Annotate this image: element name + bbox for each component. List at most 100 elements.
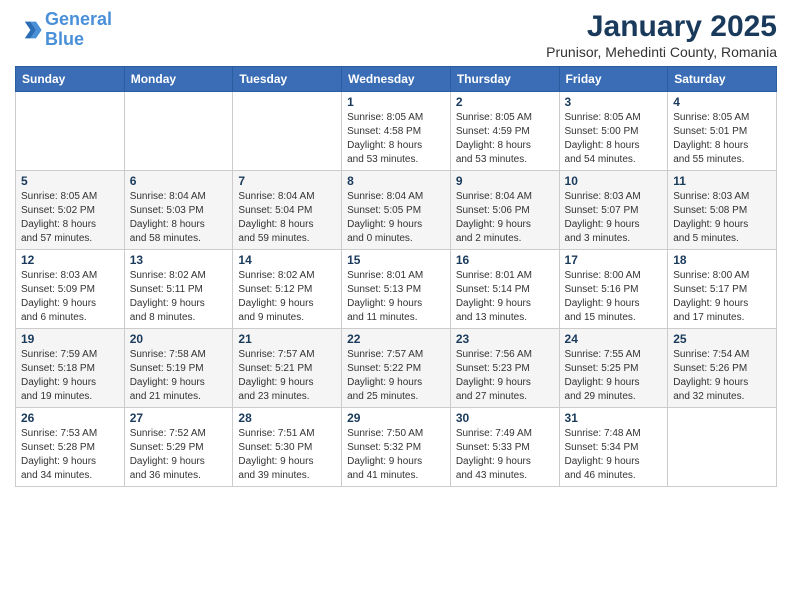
day-number: 25 [673, 332, 771, 346]
day-info: Sunrise: 7:56 AM Sunset: 5:23 PM Dayligh… [456, 348, 554, 404]
day-number: 17 [565, 253, 663, 267]
calendar-table: SundayMondayTuesdayWednesdayThursdayFrid… [15, 66, 777, 487]
day-cell: 17 Sunrise: 8:00 AM Sunset: 5:16 PM Dayli… [559, 250, 668, 329]
day-number: 30 [456, 411, 554, 425]
col-header-saturday: Saturday [668, 67, 777, 92]
day-info: Sunrise: 8:00 AM Sunset: 5:16 PM Dayligh… [565, 269, 663, 325]
day-number: 24 [565, 332, 663, 346]
day-cell: 27Sunrise: 7:52 AM Sunset: 5:29 PM Dayli… [124, 408, 233, 487]
day-info: Sunrise: 8:02 AM Sunset: 5:11 PM Dayligh… [130, 269, 228, 325]
day-info: Sunrise: 7:53 AM Sunset: 5:28 PM Dayligh… [21, 427, 119, 483]
day-cell: 11 Sunrise: 8:03 AM Sunset: 5:08 PM Dayli… [668, 171, 777, 250]
day-cell: 2 Sunrise: 8:05 AM Sunset: 4:59 PM Daylig… [450, 92, 559, 171]
day-info: Sunrise: 7:49 AM Sunset: 5:33 PM Dayligh… [456, 427, 554, 483]
day-cell: 22 Sunrise: 7:57 AM Sunset: 5:22 PM Dayli… [342, 329, 451, 408]
day-info: Sunrise: 7:54 AM Sunset: 5:26 PM Dayligh… [673, 348, 771, 404]
day-cell: 3Sunrise: 8:05 AM Sunset: 5:00 PM Daylig… [559, 92, 668, 171]
day-number: 10 [565, 174, 663, 188]
day-cell: 19 Sunrise: 7:59 AM Sunset: 5:18 PM Dayli… [16, 329, 125, 408]
day-info: Sunrise: 8:00 AM Sunset: 5:17 PM Dayligh… [673, 269, 771, 325]
day-cell: 28Sunrise: 7:51 AM Sunset: 5:30 PM Dayli… [233, 408, 342, 487]
day-cell: 15 Sunrise: 8:01 AM Sunset: 5:13 PM Dayli… [342, 250, 451, 329]
day-number: 9 [456, 174, 554, 188]
subtitle: Prunisor, Mehedinti County, Romania [546, 44, 777, 60]
day-cell: 23 Sunrise: 7:56 AM Sunset: 5:23 PM Dayli… [450, 329, 559, 408]
day-cell: 6Sunrise: 8:04 AM Sunset: 5:03 PM Daylig… [124, 171, 233, 250]
title-block: January 2025 Prunisor, Mehedinti County,… [546, 10, 777, 60]
day-info: Sunrise: 7:48 AM Sunset: 5:34 PM Dayligh… [565, 427, 663, 483]
day-info: Sunrise: 8:03 AM Sunset: 5:08 PM Dayligh… [673, 190, 771, 246]
day-number: 8 [347, 174, 445, 188]
day-info: Sunrise: 8:04 AM Sunset: 5:05 PM Dayligh… [347, 190, 445, 246]
col-header-friday: Friday [559, 67, 668, 92]
week-row-3: 12Sunrise: 8:03 AM Sunset: 5:09 PM Dayli… [16, 250, 777, 329]
logo-icon [15, 16, 43, 44]
day-info: Sunrise: 8:05 AM Sunset: 4:58 PM Dayligh… [347, 111, 445, 167]
day-cell: 12Sunrise: 8:03 AM Sunset: 5:09 PM Dayli… [16, 250, 125, 329]
main-title: January 2025 [546, 10, 777, 44]
day-number: 20 [130, 332, 228, 346]
day-info: Sunrise: 8:01 AM Sunset: 5:14 PM Dayligh… [456, 269, 554, 325]
day-number: 4 [673, 95, 771, 109]
day-number: 2 [456, 95, 554, 109]
logo: General Blue [15, 10, 112, 50]
day-info: Sunrise: 7:59 AM Sunset: 5:18 PM Dayligh… [21, 348, 119, 404]
day-number: 11 [673, 174, 771, 188]
day-info: Sunrise: 7:57 AM Sunset: 5:21 PM Dayligh… [238, 348, 336, 404]
logo-blue: Blue [45, 29, 84, 49]
header: General Blue January 2025 Prunisor, Mehe… [15, 10, 777, 60]
day-number: 7 [238, 174, 336, 188]
day-cell: 25 Sunrise: 7:54 AM Sunset: 5:26 PM Dayli… [668, 329, 777, 408]
day-cell: 26 Sunrise: 7:53 AM Sunset: 5:28 PM Dayli… [16, 408, 125, 487]
week-row-5: 26 Sunrise: 7:53 AM Sunset: 5:28 PM Dayli… [16, 408, 777, 487]
day-number: 23 [456, 332, 554, 346]
day-cell: 21 Sunrise: 7:57 AM Sunset: 5:21 PM Dayli… [233, 329, 342, 408]
day-cell [233, 92, 342, 171]
day-number: 29 [347, 411, 445, 425]
day-number: 13 [130, 253, 228, 267]
day-info: Sunrise: 7:50 AM Sunset: 5:32 PM Dayligh… [347, 427, 445, 483]
day-number: 16 [456, 253, 554, 267]
day-cell [16, 92, 125, 171]
day-number: 26 [21, 411, 119, 425]
calendar-header: SundayMondayTuesdayWednesdayThursdayFrid… [16, 67, 777, 92]
day-number: 14 [238, 253, 336, 267]
day-info: Sunrise: 8:01 AM Sunset: 5:13 PM Dayligh… [347, 269, 445, 325]
col-header-sunday: Sunday [16, 67, 125, 92]
day-cell: 24 Sunrise: 7:55 AM Sunset: 5:25 PM Dayli… [559, 329, 668, 408]
day-info: Sunrise: 8:05 AM Sunset: 5:01 PM Dayligh… [673, 111, 771, 167]
col-header-monday: Monday [124, 67, 233, 92]
logo-general: General [45, 9, 112, 29]
day-number: 19 [21, 332, 119, 346]
day-cell: 9 Sunrise: 8:04 AM Sunset: 5:06 PM Daylig… [450, 171, 559, 250]
day-number: 22 [347, 332, 445, 346]
day-number: 1 [347, 95, 445, 109]
day-number: 5 [21, 174, 119, 188]
day-number: 28 [238, 411, 336, 425]
day-info: Sunrise: 7:57 AM Sunset: 5:22 PM Dayligh… [347, 348, 445, 404]
day-cell: 7Sunrise: 8:04 AM Sunset: 5:04 PM Daylig… [233, 171, 342, 250]
day-cell: 14 Sunrise: 8:02 AM Sunset: 5:12 PM Dayli… [233, 250, 342, 329]
day-info: Sunrise: 8:05 AM Sunset: 4:59 PM Dayligh… [456, 111, 554, 167]
day-number: 21 [238, 332, 336, 346]
day-info: Sunrise: 8:02 AM Sunset: 5:12 PM Dayligh… [238, 269, 336, 325]
day-number: 15 [347, 253, 445, 267]
day-cell: 5 Sunrise: 8:05 AM Sunset: 5:02 PM Daylig… [16, 171, 125, 250]
day-info: Sunrise: 8:04 AM Sunset: 5:06 PM Dayligh… [456, 190, 554, 246]
week-row-4: 19 Sunrise: 7:59 AM Sunset: 5:18 PM Dayli… [16, 329, 777, 408]
day-number: 18 [673, 253, 771, 267]
day-cell: 13 Sunrise: 8:02 AM Sunset: 5:11 PM Dayli… [124, 250, 233, 329]
day-cell: 18 Sunrise: 8:00 AM Sunset: 5:17 PM Dayli… [668, 250, 777, 329]
day-info: Sunrise: 8:05 AM Sunset: 5:02 PM Dayligh… [21, 190, 119, 246]
day-info: Sunrise: 7:55 AM Sunset: 5:25 PM Dayligh… [565, 348, 663, 404]
day-info: Sunrise: 8:05 AM Sunset: 5:00 PM Dayligh… [565, 111, 663, 167]
day-number: 31 [565, 411, 663, 425]
day-cell: 30 Sunrise: 7:49 AM Sunset: 5:33 PM Dayli… [450, 408, 559, 487]
page: General Blue January 2025 Prunisor, Mehe… [0, 0, 792, 612]
day-cell: 31 Sunrise: 7:48 AM Sunset: 5:34 PM Dayli… [559, 408, 668, 487]
day-cell: 29 Sunrise: 7:50 AM Sunset: 5:32 PM Dayli… [342, 408, 451, 487]
day-number: 6 [130, 174, 228, 188]
day-info: Sunrise: 8:03 AM Sunset: 5:09 PM Dayligh… [21, 269, 119, 325]
day-cell: 4 Sunrise: 8:05 AM Sunset: 5:01 PM Daylig… [668, 92, 777, 171]
day-cell: 1 Sunrise: 8:05 AM Sunset: 4:58 PM Daylig… [342, 92, 451, 171]
